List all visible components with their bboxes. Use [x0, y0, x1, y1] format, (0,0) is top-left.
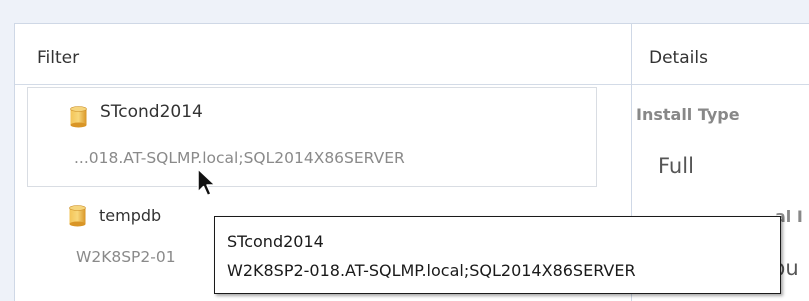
filter-header: Filter — [15, 24, 631, 85]
tooltip: STcond2014 W2K8SP2-018.AT-SQLMP.local;SQ… — [214, 216, 781, 294]
details-header: Details — [632, 24, 809, 85]
tooltip-title: STcond2014 — [227, 232, 324, 251]
install-type-value: Full — [658, 154, 694, 178]
item-server: W2K8SP2-01 — [76, 248, 176, 266]
install-type-label: Install Type — [636, 105, 740, 124]
item-name: tempdb — [99, 206, 162, 225]
item-name: STcond2014 — [100, 102, 203, 122]
list-item-stcond2014[interactable]: STcond2014 ...018.AT-SQLMP.local;SQL2014… — [27, 87, 597, 187]
mouse-cursor-icon — [197, 168, 216, 197]
details-title: Details — [649, 48, 708, 68]
item-server: ...018.AT-SQLMP.local;SQL2014X86SERVER — [74, 149, 405, 167]
tooltip-text: W2K8SP2-018.AT-SQLMP.local;SQL2014X86SER… — [227, 261, 636, 280]
database-icon — [69, 205, 86, 227]
database-icon — [70, 106, 87, 128]
filter-title: Filter — [37, 48, 80, 68]
